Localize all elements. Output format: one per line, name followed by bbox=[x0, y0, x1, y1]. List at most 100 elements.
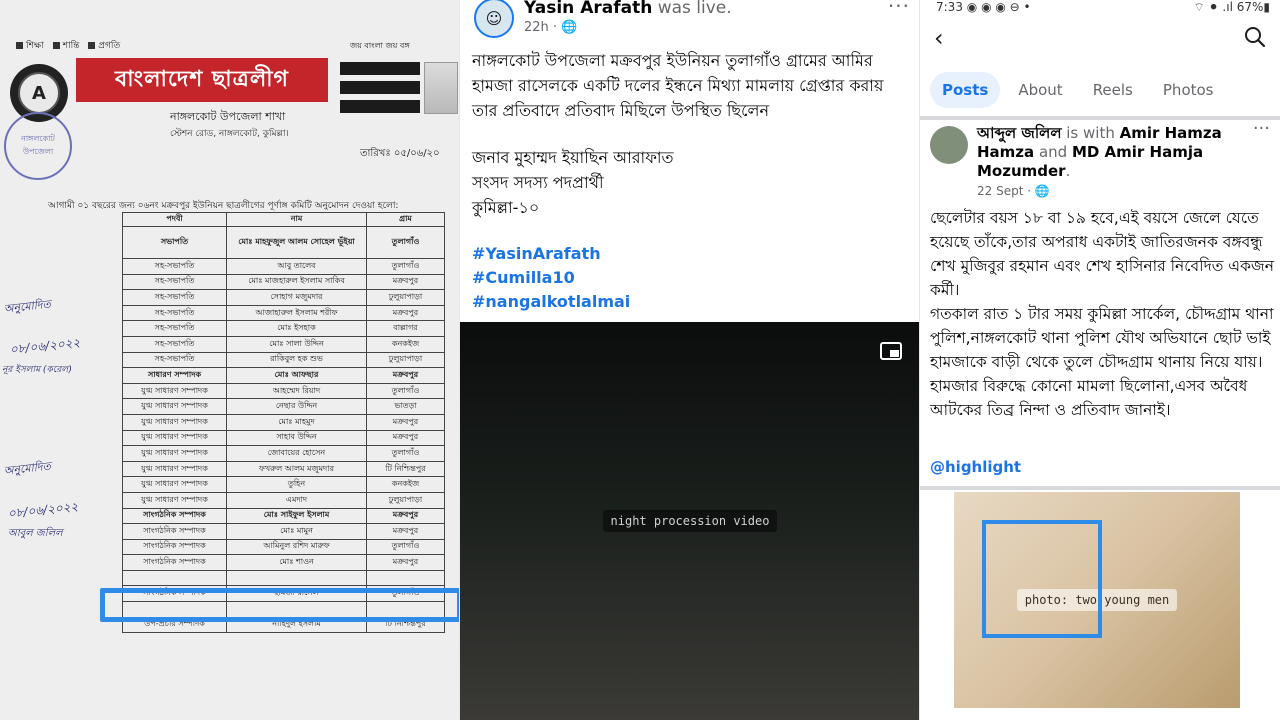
table-cell-post: সাংগঠনিক সম্পাদক bbox=[122, 554, 227, 571]
table-cell-village: ঢুলুয়াপাড়া bbox=[366, 289, 445, 306]
hashtag-link[interactable]: #nangalkotlalmai bbox=[472, 290, 912, 314]
table-cell-post: যুগ্ম সাধারণ সম্পাদক bbox=[122, 413, 227, 431]
signature-date: ০৮/০৬/২০২২ bbox=[9, 335, 81, 357]
table-header-row: পদবী নাম গ্রাম bbox=[122, 212, 445, 227]
post-date[interactable]: 22 Sept · 🌐 bbox=[977, 184, 1050, 198]
search-icon[interactable] bbox=[1244, 26, 1266, 48]
post-text: গতকাল রাত ১ টার সময় কুমিল্লা সার্কেল, চ… bbox=[930, 305, 1274, 371]
table-cell-post: সাংগঠনিক সম্পাদক bbox=[122, 538, 227, 556]
table-cell-name: মোঃ শাওন bbox=[226, 554, 367, 571]
table-row bbox=[122, 569, 445, 587]
table-row: সাংগঠনিক সম্পাদক মোঃ সাইফুল ইসলাম মক্রবপুর bbox=[122, 507, 445, 525]
doc-date: তারিখঃ ০৫/০৬/২০ bbox=[360, 148, 440, 159]
table-cell-post: সাংগঠনিক সম্পাদক bbox=[122, 523, 227, 540]
committee-document-scan: শিক্ষা শান্তি প্রগতি জয় বাংলা জয় বঙ্গ … bbox=[0, 0, 460, 720]
table-cell-post: সাধারণ সম্পাদক bbox=[122, 367, 227, 384]
table-cell-village: মক্রবপুর bbox=[366, 304, 445, 322]
live-status: was live. bbox=[652, 0, 732, 18]
section-divider bbox=[920, 486, 1280, 490]
signature-date: ০৮/০৬/২০২২ bbox=[7, 499, 79, 521]
table-cell-name: আহম্মেদ রিয়াদ bbox=[226, 382, 367, 400]
table-cell-name bbox=[226, 569, 367, 587]
table-cell-name: মোঃ আফছার bbox=[226, 367, 367, 384]
table-cell-post: সাংগঠনিক সম্পাদক bbox=[122, 507, 227, 525]
table-cell-post: সহ-সভাপতি bbox=[122, 273, 227, 291]
table-row: যুগ্ম সাধারণ সম্পাদক তুহিন কনকইজ bbox=[122, 476, 445, 493]
author-name-link[interactable]: Yasin Arafath bbox=[524, 0, 652, 18]
committee-table: পদবী নাম গ্রাম সভাপতি মোঃ মাহফুজুল আলম সো… bbox=[122, 212, 445, 634]
table-cell-post bbox=[122, 569, 227, 587]
live-video-frame[interactable]: night procession video bbox=[460, 322, 920, 720]
table-cell-post: যুগ্ম সাধারণ সম্পাদক bbox=[122, 491, 227, 509]
table-row: যুগ্ম সাধারণ সম্পাদক ফখরুল আলম মজুমদার টি … bbox=[122, 460, 445, 478]
table-row: সহ-সভাপতি মোঃ মাজহারুল ইসলাম সাকিব মক্রবপু… bbox=[122, 273, 445, 291]
phone-status-bar: 7:33 ◉ ◉ ◉ ⊖ • ⌔ ⚫ .ıl 67%▮ bbox=[920, 0, 1280, 16]
table-row: সহ-সভাপতি মোঃ সালা উদ্দিন কনকইজ bbox=[122, 335, 445, 353]
table-row: সহ-সভাপতি সোহাগ মজুমদার ঢুলুয়াপাড়া bbox=[122, 289, 445, 306]
post-timestamp[interactable]: 22h · 🌐 bbox=[524, 20, 577, 35]
author-avatar[interactable] bbox=[930, 126, 968, 164]
table-cell-village: বাল্লাগর bbox=[366, 320, 445, 337]
table-cell-name: তুহিন bbox=[226, 476, 367, 493]
doc-intro-text: আগামী ০১ বছরের জন্য ০৬নং মক্রবপুর ইউনিয়… bbox=[48, 201, 399, 211]
table-row: যুগ্ম সাধারণ সম্পাদক জোবায়ের হোসেন তুলাগা… bbox=[122, 445, 445, 462]
table-cell-village: মক্রবপুর bbox=[366, 554, 445, 571]
more-options-icon[interactable]: ··· bbox=[1253, 118, 1270, 139]
column-header: গ্রাম bbox=[366, 212, 445, 227]
tab-reels[interactable]: Reels bbox=[1081, 72, 1145, 108]
signatory-name: আবুল জলিল bbox=[8, 528, 63, 539]
table-row: সাধারণ সম্পাদক মোঃ আফছার মক্রবপুর bbox=[122, 367, 445, 384]
post-text: কুমিল্লা-১০ bbox=[472, 198, 540, 217]
tab-photos[interactable]: Photos bbox=[1151, 72, 1226, 108]
table-cell-village: টি নিশ্চিন্তপুর bbox=[366, 460, 445, 478]
author-name-link[interactable]: আব্দুল জলিল bbox=[977, 124, 1062, 142]
tab-posts[interactable]: Posts bbox=[930, 72, 1001, 108]
motto-word: শান্তি bbox=[47, 41, 80, 51]
table-cell-post: যুগ্ম সাধারণ সম্পাদক bbox=[122, 460, 227, 478]
section-divider bbox=[920, 116, 1280, 120]
table-cell-post: যুগ্ম সাধারণ সম্পাদক bbox=[122, 382, 227, 400]
table-cell-post: যুগ্ম সাধারণ সম্পাদক bbox=[122, 429, 227, 447]
post-header: আব্দুল জলিল is with Amir Hamza Hamza and… bbox=[977, 124, 1249, 181]
highlighted-row-frame bbox=[100, 588, 460, 622]
table-row: সাংগঠনিক সম্পাদক মোঃ মামুন মক্রবপুর bbox=[122, 523, 445, 540]
profile-post-screenshot: 7:33 ◉ ◉ ◉ ⊖ • ⌔ ⚫ .ıl 67%▮ ‹ Posts Abou… bbox=[920, 0, 1280, 720]
table-cell-name: মোঃ সালা উদ্দিন bbox=[226, 335, 367, 353]
post-body: নাঙ্গলকোট উপজেলা মক্রবপুর ইউনিয়ন তুলাগা… bbox=[472, 48, 912, 314]
table-row: সভাপতি মোঃ মাহফুজুল আলম সোহেল ভূঁইয়া তুলা… bbox=[122, 226, 445, 259]
author-avatar[interactable]: ☺ bbox=[474, 0, 514, 38]
table-cell-post: সহ-সভাপতি bbox=[122, 258, 227, 275]
table-cell-name: মোঃ মাহফুজুল আলম সোহেল ভূঁইয়া bbox=[226, 226, 367, 259]
table-cell-name: মোঃ মামুন bbox=[226, 523, 367, 540]
table-cell-village: কনকইজ bbox=[366, 476, 445, 493]
status-right-icons: ⌔ ⚫ .ıl 67%▮ bbox=[1193, 0, 1270, 14]
column-header: নাম bbox=[226, 212, 367, 227]
doc-subtitle: নাঙ্গলকোট উপজেলা শাখা bbox=[170, 110, 286, 123]
table-cell-village: তুলাগাঁও bbox=[366, 538, 445, 556]
table-cell-village: ঢুলুয়াপাড়া bbox=[366, 351, 445, 369]
motto-word: শিক্ষা bbox=[10, 41, 44, 51]
hashtag-link[interactable]: #Cumilla10 bbox=[472, 266, 912, 290]
table-cell-post: সহ-সভাপতি bbox=[122, 304, 227, 322]
hashtag-link[interactable]: #YasinArafath bbox=[472, 242, 912, 266]
table-cell-name: মোঃ সাইফুল ইসলাম bbox=[226, 507, 367, 525]
highlighted-face-frame bbox=[982, 520, 1102, 638]
facebook-live-post: ☺ Yasin Arafath was live. 22h · 🌐 ··· না… bbox=[460, 0, 920, 720]
tab-about[interactable]: About bbox=[1006, 72, 1074, 108]
back-arrow-icon[interactable]: ‹ bbox=[934, 24, 944, 52]
more-options-icon[interactable]: ··· bbox=[888, 0, 910, 18]
post-text: সংসদ সদস্য পদপ্রার্থী bbox=[472, 173, 604, 192]
post-text: ছেলেটার বয়স ১৮ বা ১৯ হবে,এই বয়সে জেলে … bbox=[930, 209, 1275, 299]
video-placeholder-label: night procession video bbox=[602, 510, 778, 532]
table-cell-village: মক্রবপুর bbox=[366, 273, 445, 291]
doc-address: স্টেশন রোড, নাঙ্গলকোট, কুমিল্লা। bbox=[170, 129, 289, 139]
notification-icons: ◉ ◉ ◉ ⊖ • bbox=[966, 0, 1031, 14]
column-header: পদবী bbox=[122, 212, 227, 227]
table-row: যুগ্ম সাধারণ সম্পাদক মোঃ মাহমুদ মক্রবপুর bbox=[122, 413, 445, 431]
table-cell-village: তুলাগাঁও bbox=[366, 382, 445, 400]
table-cell-name: ফখরুল আলম মজুমদার bbox=[226, 460, 367, 478]
highlight-tag-link[interactable]: @highlight bbox=[930, 458, 1021, 476]
post-body: ছেলেটার বয়স ১৮ বা ১৯ হবে,এই বয়সে জেলে … bbox=[930, 206, 1275, 422]
picture-in-picture-icon[interactable] bbox=[880, 342, 902, 360]
post-text: জনাব মুহাম্মদ ইয়াছিন আরাফাত bbox=[472, 148, 674, 167]
